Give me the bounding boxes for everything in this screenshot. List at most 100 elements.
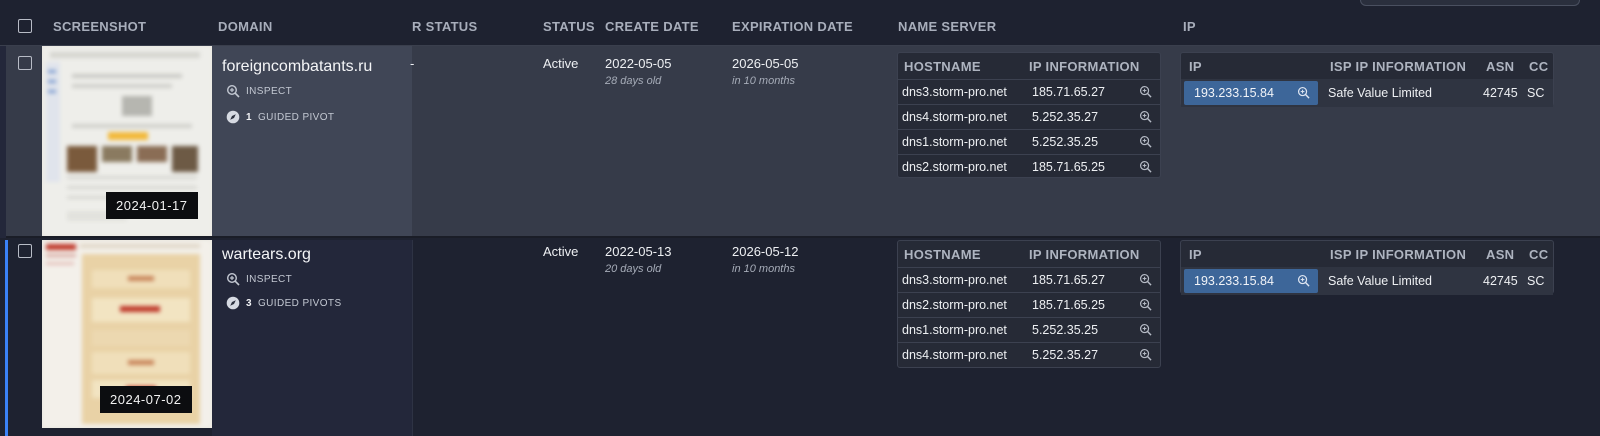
zoom-in-icon[interactable] [1139,135,1152,148]
zoom-in-icon[interactable] [1139,85,1152,98]
ns-hostname: dns1.storm-pro.net [902,323,1007,337]
isp-name: Safe Value Limited [1328,86,1432,100]
ns-col-hostname: HOSTNAME [904,59,981,74]
domain-cell: foreigncombatants.ru INSPECT 1 GUIDED PI… [212,46,412,236]
table-row[interactable]: 2024-07-02 wartears.org INSPECT 3 GUIDED… [0,240,1600,436]
inspect-button[interactable]: INSPECT [226,84,292,98]
screenshot-thumbnail[interactable]: 2024-01-17 [42,46,212,236]
ip-col-cc: CC [1529,59,1549,74]
select-all-checkbox[interactable] [18,19,32,33]
inspect-label: INSPECT [246,273,293,285]
domain-name[interactable]: foreigncombatants.ru [222,58,372,76]
domain-name[interactable]: wartears.org [222,246,311,264]
ip-address: 193.233.15.84 [1194,86,1274,100]
col-status[interactable]: STATUS [543,19,595,34]
table-row[interactable]: 2024-01-17 foreigncombatants.ru INSPECT … [0,46,1600,238]
compass-icon [226,296,240,310]
ns-hostname: dns3.storm-pro.net [902,85,1007,99]
zoom-in-icon[interactable] [1139,323,1152,336]
ip-address-chip[interactable]: 193.233.15.84 [1184,269,1318,293]
col-screenshot[interactable]: SCREENSHOT [53,19,146,34]
ns-ip: 5.252.35.25 [1032,323,1099,337]
ns-hostname: dns3.storm-pro.net [902,273,1007,287]
ip-col-ip: IP [1189,59,1202,74]
row-checkbox[interactable] [18,56,32,70]
inspect-label: INSPECT [246,85,293,97]
ns-ip: 5.252.35.27 [1032,110,1099,124]
zoom-in-icon [226,272,240,286]
col-expiration-date[interactable]: EXPIRATION DATE [732,19,853,34]
ns-col-hostname: HOSTNAME [904,247,981,262]
col-name-server[interactable]: NAME SERVER [898,19,996,34]
row-checkbox[interactable] [18,244,32,258]
zoom-in-icon[interactable] [1297,86,1310,99]
ns-row: dns3.storm-pro.net 185.71.65.27 [898,267,1160,291]
screenshot-thumbnail[interactable]: 2024-07-02 [42,240,212,428]
ip-table: IP ISP IP INFORMATION ASN CC 193.233.15.… [1180,240,1554,295]
ns-ip: 185.71.65.25 [1032,160,1105,174]
col-domain[interactable]: DOMAIN [218,19,273,34]
asn-value: 42745 [1483,86,1518,100]
ns-col-ip-info: IP INFORMATION [1029,247,1140,262]
create-date: 2022-05-05 [605,56,672,71]
ns-ip: 5.252.35.25 [1032,135,1099,149]
ns-row: dns2.storm-pro.net 185.71.65.25 [898,154,1160,178]
status: Active [543,244,579,259]
row-selection-accent [5,240,8,436]
ns-row: dns1.storm-pro.net 5.252.35.25 [898,129,1160,153]
name-server-table: HOSTNAME IP INFORMATION dns3.storm-pro.n… [897,52,1161,178]
zoom-in-icon[interactable] [1139,298,1152,311]
ns-row: dns1.storm-pro.net 5.252.35.25 [898,317,1160,341]
ip-col-ip: IP [1189,247,1202,262]
ns-hostname: dns2.storm-pro.net [902,160,1007,174]
pivot-label: GUIDED PIVOTS [257,297,342,309]
ip-table: IP ISP IP INFORMATION ASN CC 193.233.15.… [1180,52,1554,107]
ip-col-asn: ASN [1486,247,1515,262]
pivot-count: 3 [246,297,252,309]
column-divider [412,240,413,436]
isp-name: Safe Value Limited [1328,274,1432,288]
expiration-date: 2026-05-05 [732,56,799,71]
domain-cell: wartears.org INSPECT 3 GUIDED PIVOTS [212,240,412,436]
zoom-in-icon[interactable] [1139,110,1152,123]
status: Active [543,56,579,71]
ip-col-cc: CC [1529,247,1549,262]
inspect-button[interactable]: INSPECT [226,272,292,286]
create-age: 28 days old [605,75,662,87]
ip-col-asn: ASN [1486,59,1515,74]
create-age: 20 days old [605,263,662,275]
pivot-count: 1 [246,111,252,123]
cc-value: SC [1527,274,1545,288]
col-registrar-status[interactable]: R STATUS [412,19,477,34]
screenshot-date: 2024-07-02 [100,386,192,413]
guided-pivot-button[interactable]: 3 GUIDED PIVOTS [226,296,342,310]
screenshot-date: 2024-01-17 [106,192,198,219]
ns-row: dns4.storm-pro.net 5.252.35.27 [898,104,1160,128]
ip-col-isp: ISP IP INFORMATION [1330,59,1467,74]
ns-ip: 185.71.65.25 [1032,298,1105,312]
ip-address-chip[interactable]: 193.233.15.84 [1184,81,1318,105]
ns-hostname: dns2.storm-pro.net [902,298,1007,312]
ns-row: dns4.storm-pro.net 5.252.35.27 [898,342,1160,366]
col-ip[interactable]: IP [1183,19,1196,34]
expiration-relative: in 10 months [732,263,795,275]
zoom-in-icon[interactable] [1139,348,1152,361]
asn-value: 42745 [1483,274,1518,288]
ip-col-isp: ISP IP INFORMATION [1330,247,1467,262]
compass-icon [226,110,240,124]
zoom-in-icon[interactable] [1297,274,1310,287]
guided-pivot-button[interactable]: 1 GUIDED PIVOT [226,110,334,124]
ns-row: dns2.storm-pro.net 185.71.65.25 [898,292,1160,316]
table-header: SCREENSHOT DOMAIN R STATUS STATUS CREATE… [0,6,1600,46]
expiration-date: 2026-05-12 [732,244,799,259]
zoom-in-icon[interactable] [1139,160,1152,173]
col-create-date[interactable]: CREATE DATE [605,19,699,34]
ns-ip: 185.71.65.27 [1032,273,1105,287]
ns-hostname: dns4.storm-pro.net [902,348,1007,362]
name-server-table: HOSTNAME IP INFORMATION dns3.storm-pro.n… [897,240,1161,368]
expiration-relative: in 10 months [732,75,795,87]
ns-ip: 185.71.65.27 [1032,85,1105,99]
zoom-in-icon[interactable] [1139,273,1152,286]
row-edge [0,46,6,238]
cc-value: SC [1527,86,1545,100]
